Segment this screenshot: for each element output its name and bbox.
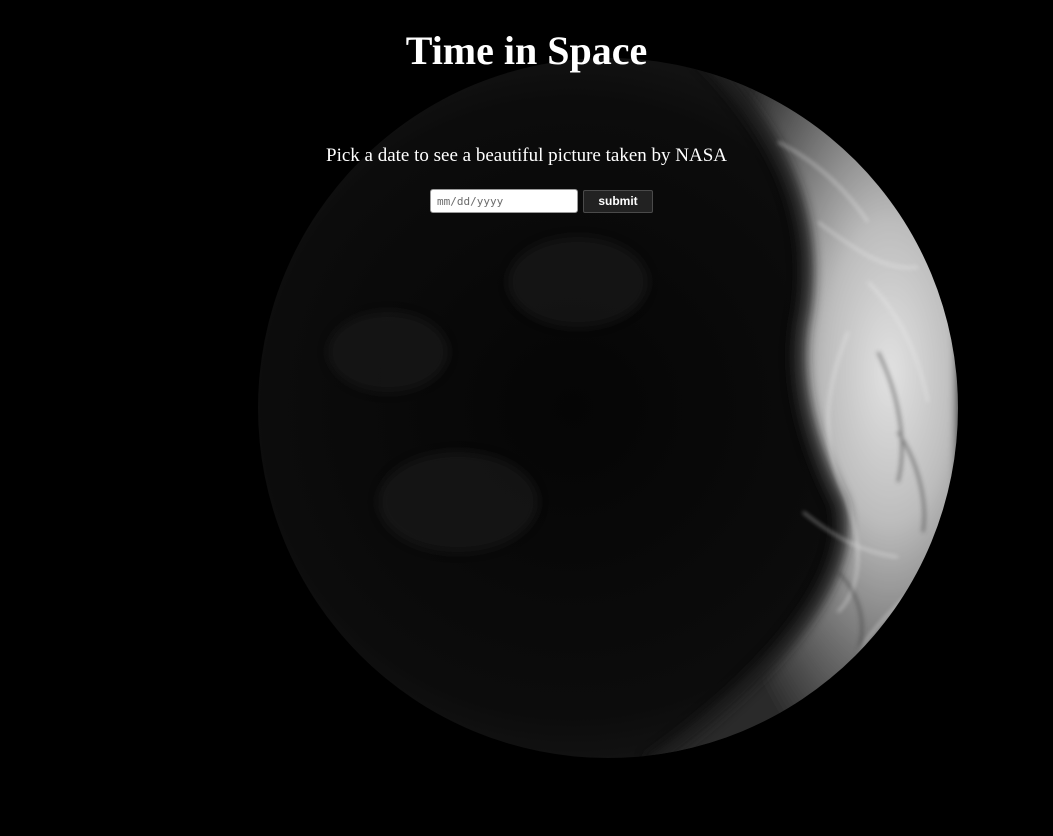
submit-button[interactable]: submit [583,189,653,213]
page-subtitle: Pick a date to see a beautiful picture t… [326,145,727,166]
page-title: Time in Space [405,28,648,73]
page-background: Time in Space Pick a date to see a beaut… [0,0,1053,836]
date-picker-form: submit [0,189,1053,213]
date-input[interactable] [430,189,578,213]
